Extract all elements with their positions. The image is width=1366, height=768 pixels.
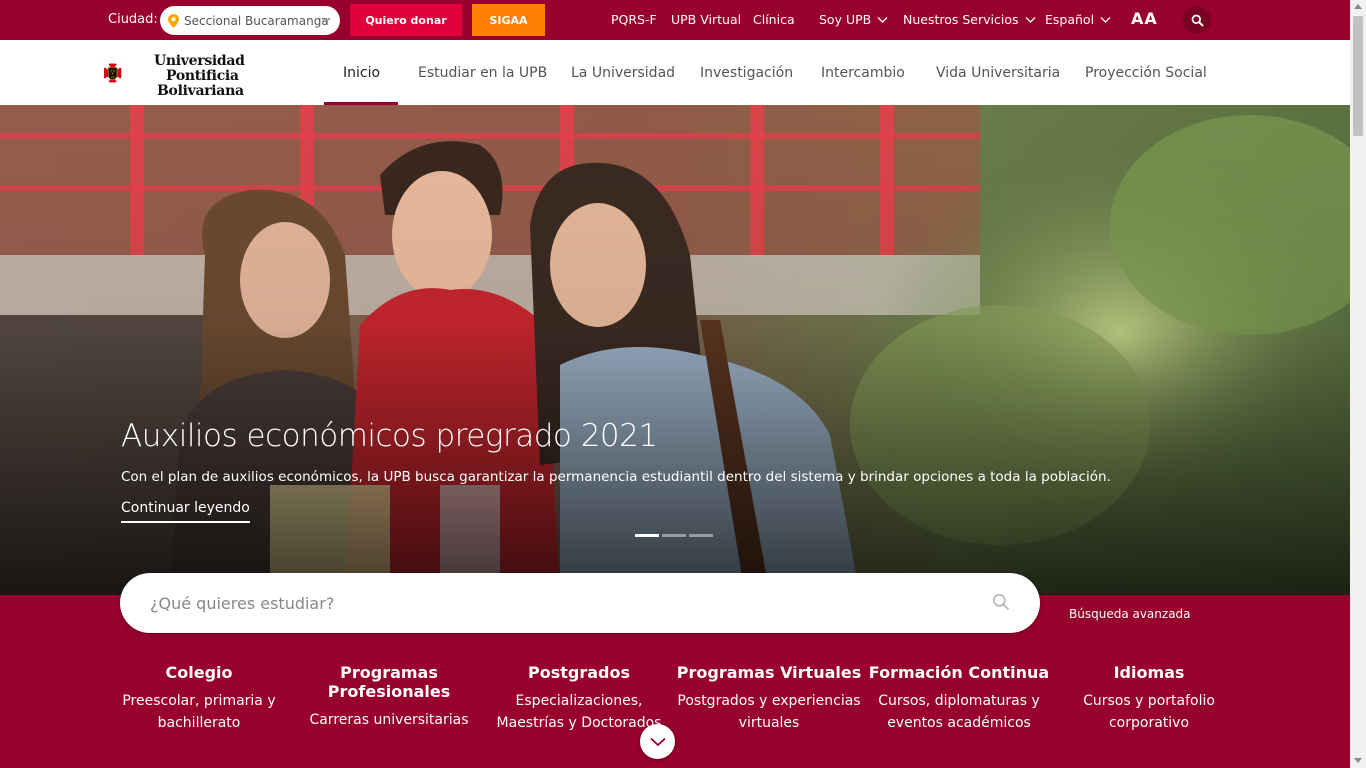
clinica-link-label: Clínica <box>753 12 795 27</box>
top-utility-bar: Ciudad: Seccional Bucaramanga Quiero don… <box>0 0 1350 40</box>
university-seal-icon[interactable]: Α Ω ☧ UPB <box>104 46 154 100</box>
chevron-down-icon <box>321 17 331 23</box>
university-name[interactable]: Universidad Pontificia Bolivariana <box>154 54 245 99</box>
program-title: Programas Profesionales <box>327 663 451 701</box>
logo-line-2: Pontificia <box>166 68 239 84</box>
nav-item-proyeccion-social[interactable]: Proyección Social <box>1085 40 1207 105</box>
nav-item-inicio[interactable]: Inicio <box>343 40 380 105</box>
program-idiomas[interactable]: Idiomas Cursos y portafolio corporativo <box>1054 663 1244 734</box>
carousel-dot-2[interactable] <box>662 534 686 537</box>
program-description: Postgrados y experiencias virtuales <box>677 693 861 731</box>
search-icon[interactable] <box>992 593 1010 611</box>
nuestros-servicios-label: Nuestros Servicios <box>903 12 1019 27</box>
nav-item-vida-universitaria[interactable]: Vida Universitaria <box>936 40 1060 105</box>
program-description: Cursos, diplomaturas y eventos académico… <box>878 693 1040 731</box>
upb-virtual-link[interactable]: UPB Virtual <box>671 12 741 27</box>
program-title: Formación Continua <box>868 663 1050 682</box>
font-size-toggle[interactable]: AA <box>1131 9 1158 28</box>
pqrs-link[interactable]: PQRS-F <box>611 12 657 27</box>
program-title: Colegio <box>165 663 233 682</box>
program-title: Postgrados <box>528 663 630 682</box>
nav-item-investigacion[interactable]: Investigación <box>700 40 793 105</box>
program-description: Preescolar, primaria y bachillerato <box>122 693 276 731</box>
program-search-input[interactable] <box>150 591 970 615</box>
hero-description: Con el plan de auxilios económicos, la U… <box>121 469 1111 485</box>
seal-top-text: Α Ω <box>109 69 115 72</box>
upb-virtual-link-label: UPB Virtual <box>671 12 742 27</box>
pqrs-link-label: PQRS-F <box>611 12 657 27</box>
nav-item-la-universidad[interactable]: La Universidad <box>571 40 675 105</box>
logo-line-1: Universidad <box>154 53 245 69</box>
nuestros-servicios-menu[interactable]: Nuestros Servicios <box>903 12 1036 27</box>
top-search-button[interactable] <box>1183 6 1211 34</box>
scroll-up-arrow-icon[interactable] <box>1354 4 1362 9</box>
nav-item-estudiar[interactable]: Estudiar en la UPB <box>418 40 547 105</box>
hero-title: Auxilios económicos pregrado 2021 <box>121 418 658 454</box>
program-description: Carreras universitarias <box>309 712 469 728</box>
seal-mid-text: ☧ <box>112 73 114 76</box>
clinica-link[interactable]: Clínica <box>753 12 795 27</box>
chevron-down-icon <box>1100 17 1111 23</box>
program-title: Idiomas <box>1113 663 1185 682</box>
logo-line-3: Bolivariana <box>157 83 244 99</box>
continue-reading-link[interactable]: Continuar leyendo <box>121 500 250 523</box>
program-title: Programas Virtuales <box>676 663 862 682</box>
program-formacion-continua[interactable]: Formación Continua Cursos, diplomaturas … <box>864 663 1054 734</box>
soy-upb-label: Soy UPB <box>819 12 872 27</box>
carousel-dot-1[interactable] <box>635 534 659 537</box>
city-label: Ciudad: <box>108 12 158 27</box>
hero-carousel: Auxilios económicos pregrado 2021 Con el… <box>0 105 1350 595</box>
nav-item-intercambio[interactable]: Intercambio <box>821 40 905 105</box>
location-pin-icon <box>168 13 179 28</box>
program-profesionales[interactable]: Programas Profesionales Carreras univers… <box>294 663 484 731</box>
donate-button[interactable]: Quiero donar <box>350 4 462 36</box>
advanced-search-link[interactable]: Búsqueda avanzada <box>1069 607 1191 621</box>
scrollbar-thumb[interactable] <box>1353 16 1363 136</box>
program-colegio[interactable]: Colegio Preescolar, primaria y bachiller… <box>104 663 294 734</box>
city-select[interactable]: Seccional Bucaramanga <box>160 6 340 35</box>
program-search-box <box>120 573 1040 633</box>
chevron-down-icon <box>1025 17 1035 23</box>
scroll-down-button[interactable] <box>640 724 675 759</box>
program-virtuales[interactable]: Programas Virtuales Postgrados y experie… <box>674 663 864 734</box>
program-description: Cursos y portafolio corporativo <box>1083 693 1215 731</box>
chevron-down-icon <box>877 17 888 23</box>
page-scrollbar[interactable] <box>1350 0 1366 768</box>
city-select-value: Seccional Bucaramanga <box>184 13 329 28</box>
main-navigation: Α Ω ☧ UPB Universidad Pontificia Bolivar… <box>0 40 1350 105</box>
scroll-down-arrow-icon[interactable] <box>1354 758 1362 763</box>
chevron-down-icon <box>649 737 666 746</box>
carousel-dot-3[interactable] <box>689 534 713 537</box>
search-icon <box>1191 14 1204 27</box>
carousel-indicators <box>635 534 713 537</box>
language-menu[interactable]: Español <box>1045 12 1111 27</box>
sigaa-button[interactable]: SIGAA <box>472 4 545 36</box>
language-label: Español <box>1045 12 1095 27</box>
program-postgrados[interactable]: Postgrados Especializaciones, Maestrías … <box>484 663 674 734</box>
soy-upb-menu[interactable]: Soy UPB <box>819 12 888 27</box>
